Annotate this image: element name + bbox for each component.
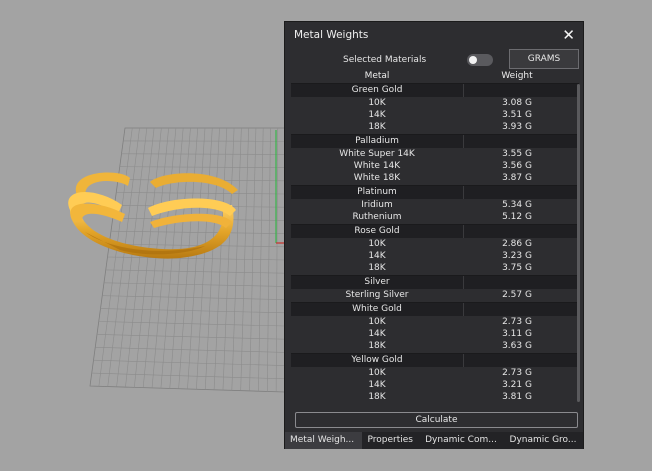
weight-cell: 2.73 G: [502, 317, 532, 327]
weight-cell: 5.34 G: [502, 200, 532, 210]
group-weight-cell: [464, 276, 572, 289]
calculate-button[interactable]: Calculate: [295, 412, 578, 428]
group-weight-cell: [464, 135, 572, 148]
metal-cell: 18K: [368, 341, 386, 351]
table-row[interactable]: 10K 3.08 G: [291, 97, 579, 109]
table-row[interactable]: Ruthenium 5.12 G: [291, 211, 579, 223]
options-row: Selected Materials GRAMS: [285, 49, 583, 71]
weight-cell: 3.55 G: [502, 149, 532, 159]
metal-cell: White Super 14K: [339, 149, 415, 159]
metal-cell: 14K: [368, 251, 386, 261]
metal-cell: Ruthenium: [352, 212, 402, 222]
weight-cell: 3.75 G: [502, 263, 532, 273]
weight-cell: 3.63 G: [502, 341, 532, 351]
tab-metal-weigh[interactable]: Metal Weigh...: [285, 432, 363, 449]
weight-cell: 3.51 G: [502, 110, 532, 120]
tab-properties[interactable]: Properties: [362, 432, 420, 449]
table-row[interactable]: White 14K 3.56 G: [291, 160, 579, 172]
weight-cell: 2.86 G: [502, 239, 532, 249]
metal-cell: White 14K: [353, 161, 401, 171]
table-row[interactable]: 18K 3.81 G: [291, 391, 579, 403]
group-name: White Gold: [291, 303, 464, 316]
column-header-metal: Metal: [364, 71, 390, 81]
table-group-row[interactable]: Platinum: [291, 185, 579, 199]
metal-cell: 18K: [368, 122, 386, 132]
gold-ring-model: [68, 172, 238, 259]
toggle-knob: [469, 56, 477, 64]
group-weight-cell: [464, 303, 572, 316]
panel-title: Metal Weights: [294, 29, 369, 41]
metal-cell: Iridium: [361, 200, 393, 210]
weight-cell: 3.56 G: [502, 161, 532, 171]
table-group-row[interactable]: Rose Gold: [291, 224, 579, 238]
weight-cell: 3.11 G: [502, 329, 532, 339]
table-group-row[interactable]: Palladium: [291, 134, 579, 148]
metal-cell: 18K: [368, 263, 386, 273]
weight-cell: 5.12 G: [502, 212, 532, 222]
metal-cell: 10K: [368, 239, 386, 249]
metal-cell: 10K: [368, 98, 386, 108]
weight-cell: 3.87 G: [502, 173, 532, 183]
construction-grid: [89, 127, 286, 393]
weight-cell: 2.57 G: [502, 290, 532, 300]
panel-title-bar[interactable]: Metal Weights ✕: [285, 22, 583, 48]
group-weight-cell: [464, 186, 572, 199]
table-row[interactable]: 10K 2.73 G: [291, 316, 579, 328]
table-row[interactable]: 18K 3.75 G: [291, 262, 579, 274]
metal-weights-panel: Metal Weights ✕ Selected Materials GRAMS…: [284, 21, 584, 449]
weight-cell: 3.23 G: [502, 251, 532, 261]
group-name: Palladium: [291, 135, 464, 148]
table-group-row[interactable]: Silver: [291, 275, 579, 289]
weight-cell: 2.73 G: [502, 368, 532, 378]
selected-materials-label: Selected Materials: [343, 55, 427, 65]
table-header: Metal Weight: [291, 70, 579, 82]
units-grams-button[interactable]: GRAMS: [509, 49, 579, 69]
grid-line: [121, 153, 286, 155]
table-row[interactable]: 14K 3.11 G: [291, 328, 579, 340]
metal-cell: 14K: [368, 380, 386, 390]
group-weight-cell: [464, 84, 572, 97]
panel-tab-bar: Metal Weigh... Properties Dynamic Com... Dy…: [285, 432, 583, 449]
table-row[interactable]: 18K 3.63 G: [291, 340, 579, 352]
tab-dynamic-gro[interactable]: Dynamic Gro...: [505, 432, 583, 449]
table-row[interactable]: Iridium 5.34 G: [291, 199, 579, 211]
metal-cell: 10K: [368, 317, 386, 327]
weight-cell: 3.93 G: [502, 122, 532, 132]
table-group-row[interactable]: White Gold: [291, 302, 579, 316]
metal-cell: 10K: [368, 368, 386, 378]
table-body: Green Gold 10K 3.08 G 14K 3.51 G 18K 3.93 G Pal…: [291, 83, 579, 403]
table-group-row[interactable]: Yellow Gold: [291, 353, 579, 367]
metal-cell: 14K: [368, 110, 386, 120]
group-name: Rose Gold: [291, 225, 464, 238]
table-row[interactable]: White 18K 3.87 G: [291, 172, 579, 184]
table-row[interactable]: 14K 3.51 G: [291, 109, 579, 121]
group-weight-cell: [464, 225, 572, 238]
close-icon[interactable]: ✕: [562, 27, 575, 43]
metal-cell: Sterling Silver: [345, 290, 409, 300]
table-group-row[interactable]: Green Gold: [291, 83, 579, 97]
table-row[interactable]: Sterling Silver 2.57 G: [291, 289, 579, 301]
table-row[interactable]: 18K 3.93 G: [291, 121, 579, 133]
metal-weights-table[interactable]: Metal Weight Green Gold 10K 3.08 G 14K 3.51 …: [291, 70, 579, 430]
selected-materials-toggle[interactable]: [467, 54, 493, 66]
tab-dynamic-com[interactable]: Dynamic Com...: [420, 432, 504, 449]
group-name: Green Gold: [291, 84, 464, 97]
metal-cell: 14K: [368, 329, 386, 339]
table-scrollbar[interactable]: [577, 84, 580, 402]
weight-cell: 3.81 G: [502, 392, 532, 402]
group-name: Platinum: [291, 186, 464, 199]
metal-cell: White 18K: [353, 173, 401, 183]
group-weight-cell: [464, 354, 572, 367]
weight-cell: 3.21 G: [502, 380, 532, 390]
group-name: Silver: [291, 276, 464, 289]
table-row[interactable]: 14K 3.23 G: [291, 250, 579, 262]
table-row[interactable]: 14K 3.21 G: [291, 379, 579, 391]
table-row[interactable]: White Super 14K 3.55 G: [291, 148, 579, 160]
weight-cell: 3.08 G: [502, 98, 532, 108]
table-row[interactable]: 10K 2.86 G: [291, 238, 579, 250]
group-name: Yellow Gold: [291, 354, 464, 367]
column-header-weight: Weight: [501, 71, 533, 81]
table-row[interactable]: 10K 2.73 G: [291, 367, 579, 379]
metal-cell: 18K: [368, 392, 386, 402]
